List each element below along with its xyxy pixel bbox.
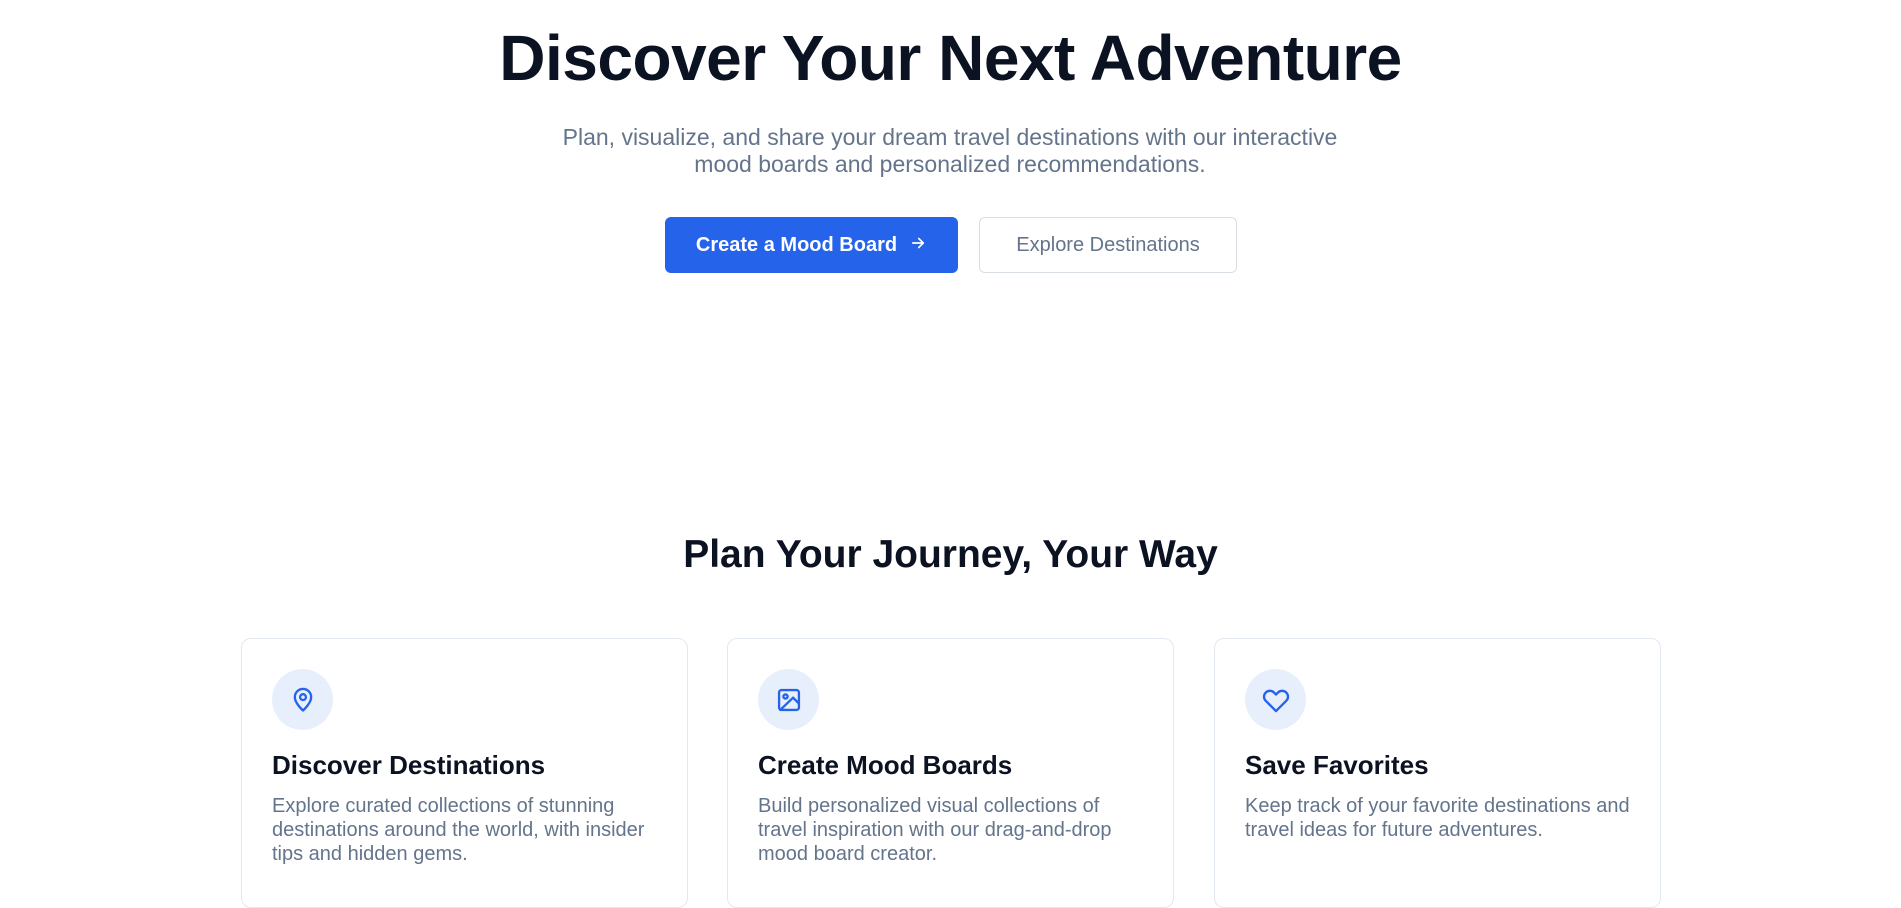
heart-icon [1245, 669, 1306, 730]
map-pin-icon [272, 669, 333, 730]
create-mood-board-label: Create a Mood Board [695, 233, 898, 256]
feature-card-title: Discover Destinations [272, 750, 546, 780]
create-mood-board-button[interactable]: Create a Mood Board [665, 217, 958, 273]
feature-card-title: Create Mood Boards [758, 750, 1013, 780]
feature-card-discover-destinations: Discover Destinations Explore curated co… [241, 638, 688, 908]
feature-card-description: Build personalized visual collections of… [758, 795, 1112, 865]
feature-card-create-mood-boards: Create Mood Boards Build personalized vi… [727, 638, 1174, 908]
feature-card-description: Keep track of your favorite destinations… [1245, 795, 1630, 841]
explore-destinations-button[interactable]: Explore Destinations [979, 217, 1237, 273]
feature-card-title: Save Favorites [1245, 750, 1429, 780]
features-title: Plan Your Journey, Your Way [683, 533, 1218, 576]
hero-button-group: Create a Mood Board Explore Destinations [0, 217, 1901, 273]
arrow-right-icon [909, 234, 927, 256]
hero-title: Discover Your Next Adventure [499, 22, 1402, 94]
hero-subtitle: Plan, visualize, and share your dream tr… [562, 124, 1338, 177]
feature-card-save-favorites: Save Favorites Keep track of your favori… [1214, 638, 1661, 908]
feature-card-description: Explore curated collections of stunning … [272, 795, 645, 865]
image-icon [758, 669, 819, 730]
